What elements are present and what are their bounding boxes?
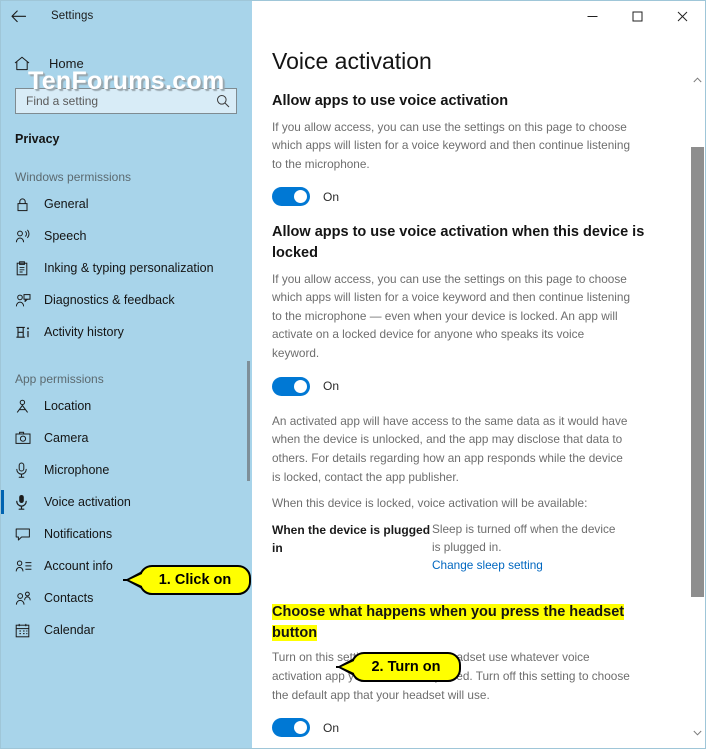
change-sleep-setting-link[interactable]: Change sleep setting bbox=[432, 558, 543, 572]
availability-row: When the device is plugged in Sleep is t… bbox=[272, 521, 665, 574]
activity-history-icon bbox=[15, 325, 35, 340]
section-allow-locked-body: If you allow access, you can use the set… bbox=[272, 271, 631, 361]
sidebar-scrollbar-thumb[interactable] bbox=[247, 361, 250, 481]
availability-intro: When this device is locked, voice activa… bbox=[272, 496, 588, 511]
callout-1-label: 1. Click on bbox=[158, 572, 232, 588]
sidebar-group-app-permissions: App permissions bbox=[15, 372, 104, 386]
search-input[interactable] bbox=[24, 93, 216, 109]
sidebar-item-diagnostics-label: Diagnostics & feedback bbox=[44, 293, 175, 307]
scroll-down-arrow-icon[interactable] bbox=[689, 724, 705, 742]
allow-apps-toggle-label: On bbox=[323, 189, 340, 204]
sidebar-item-notifications-label: Notifications bbox=[44, 527, 113, 541]
availability-value: Sleep is turned off when the device is p… bbox=[432, 521, 616, 554]
sidebar-item-calendar-label: Calendar bbox=[44, 623, 95, 637]
section-allow-apps-body: If you allow access, you can use the set… bbox=[272, 119, 631, 171]
headset-toggle[interactable] bbox=[272, 718, 310, 738]
section-allow-locked-heading: Allow apps to use voice activation when … bbox=[272, 224, 645, 262]
search-icon[interactable] bbox=[216, 94, 230, 108]
main-scrollbar[interactable] bbox=[689, 31, 705, 748]
callout-turn-on: 2. Turn on bbox=[337, 652, 461, 682]
voice-activation-icon bbox=[15, 494, 35, 510]
sidebar: Home Privacy Windows permissions General… bbox=[1, 31, 252, 748]
headset-toggle-label: On bbox=[323, 720, 340, 735]
sidebar-item-notifications[interactable]: Notifications bbox=[1, 518, 252, 550]
sidebar-item-activity-history-label: Activity history bbox=[44, 325, 124, 339]
location-icon bbox=[15, 399, 35, 414]
sidebar-item-location[interactable]: Location bbox=[1, 390, 252, 422]
section-headset-heading-wrap: Choose what happens when you press the h… bbox=[272, 602, 665, 643]
allow-locked-toggle-row: On bbox=[272, 376, 665, 396]
callout-2-label: 2. Turn on bbox=[371, 659, 441, 675]
allow-apps-toggle[interactable] bbox=[272, 187, 310, 207]
main-inner: Voice activation Allow apps to use voice… bbox=[252, 31, 705, 748]
microphone-icon bbox=[15, 462, 35, 478]
camera-icon bbox=[15, 431, 35, 445]
section-allow-apps: Allow apps to use voice activation If yo… bbox=[272, 91, 665, 207]
allow-locked-toggle[interactable] bbox=[272, 376, 310, 396]
notification-icon bbox=[15, 527, 35, 542]
page-title: Voice activation bbox=[272, 48, 432, 74]
section-allow-apps-heading: Allow apps to use voice activation bbox=[272, 93, 509, 109]
section-allow-locked: Allow apps to use voice activation when … bbox=[272, 222, 665, 574]
sidebar-item-speech[interactable]: Speech bbox=[1, 220, 252, 252]
person-speech-icon bbox=[15, 229, 35, 244]
sidebar-item-inking-label: Inking & typing personalization bbox=[44, 261, 214, 275]
lock-icon bbox=[15, 197, 35, 212]
availability-value-group: Sleep is turned off when the device is p… bbox=[432, 521, 627, 574]
search-box[interactable] bbox=[15, 88, 237, 114]
main-content: Voice activation Allow apps to use voice… bbox=[252, 31, 705, 748]
home-icon bbox=[14, 56, 38, 71]
settings-window: Settings Home Find a setting Privacy Win… bbox=[0, 0, 706, 749]
search-container bbox=[15, 88, 238, 114]
window-controls bbox=[252, 1, 705, 31]
availability-key: When the device is plugged in bbox=[272, 522, 431, 555]
sidebar-item-inking[interactable]: Inking & typing personalization bbox=[1, 252, 252, 284]
sidebar-item-calendar[interactable]: Calendar bbox=[1, 614, 252, 646]
sidebar-item-camera[interactable]: Camera bbox=[1, 422, 252, 454]
sidebar-item-contacts-label: Contacts bbox=[44, 591, 94, 605]
section-headset: Choose what happens when you press the h… bbox=[272, 602, 665, 748]
sidebar-item-speech-label: Speech bbox=[44, 229, 87, 243]
sidebar-item-general[interactable]: General bbox=[1, 188, 252, 220]
section-headset-heading: Choose what happens when you press the h… bbox=[272, 604, 625, 641]
back-arrow-icon[interactable] bbox=[1, 1, 35, 31]
sidebar-item-voice-activation[interactable]: Voice activation bbox=[1, 486, 252, 518]
maximize-button[interactable] bbox=[615, 2, 660, 31]
sidebar-item-camera-label: Camera bbox=[44, 431, 89, 445]
sidebar-group-windows-permissions: Windows permissions bbox=[15, 170, 132, 184]
contacts-icon bbox=[15, 591, 35, 606]
sidebar-item-microphone-label: Microphone bbox=[44, 463, 110, 477]
person-feedback-icon bbox=[15, 293, 35, 308]
sidebar-item-activity-history[interactable]: Activity history bbox=[1, 316, 252, 348]
allow-locked-note: An activated app will have access to the… bbox=[272, 413, 628, 484]
minimize-button[interactable] bbox=[570, 2, 615, 31]
title-bar-left: Settings bbox=[1, 1, 252, 31]
sidebar-item-diagnostics[interactable]: Diagnostics & feedback bbox=[1, 284, 252, 316]
sidebar-item-general-label: General bbox=[44, 197, 89, 211]
title-bar: Settings bbox=[1, 1, 705, 31]
account-info-icon bbox=[15, 559, 35, 573]
clipboard-icon bbox=[15, 260, 35, 276]
allow-apps-toggle-row: On bbox=[272, 187, 665, 207]
sidebar-item-location-label: Location bbox=[44, 399, 92, 413]
allow-locked-toggle-label: On bbox=[323, 379, 340, 394]
callout-click-on: 1. Click on bbox=[125, 565, 251, 595]
sidebar-item-voice-activation-label: Voice activation bbox=[44, 495, 131, 509]
scroll-up-arrow-icon[interactable] bbox=[689, 71, 705, 89]
sidebar-category: Privacy bbox=[15, 132, 60, 146]
sidebar-item-home[interactable]: Home bbox=[1, 48, 252, 78]
window-title: Settings bbox=[51, 10, 94, 22]
sidebar-scrollbar[interactable] bbox=[247, 31, 250, 748]
sidebar-item-account-info-label: Account info bbox=[44, 559, 113, 573]
main-scrollbar-thumb[interactable] bbox=[691, 147, 704, 597]
headset-toggle-row: On bbox=[272, 718, 665, 738]
sidebar-item-microphone[interactable]: Microphone bbox=[1, 454, 252, 486]
sidebar-item-home-label: Home bbox=[49, 55, 84, 71]
calendar-icon bbox=[15, 623, 35, 638]
close-button[interactable] bbox=[660, 2, 705, 31]
